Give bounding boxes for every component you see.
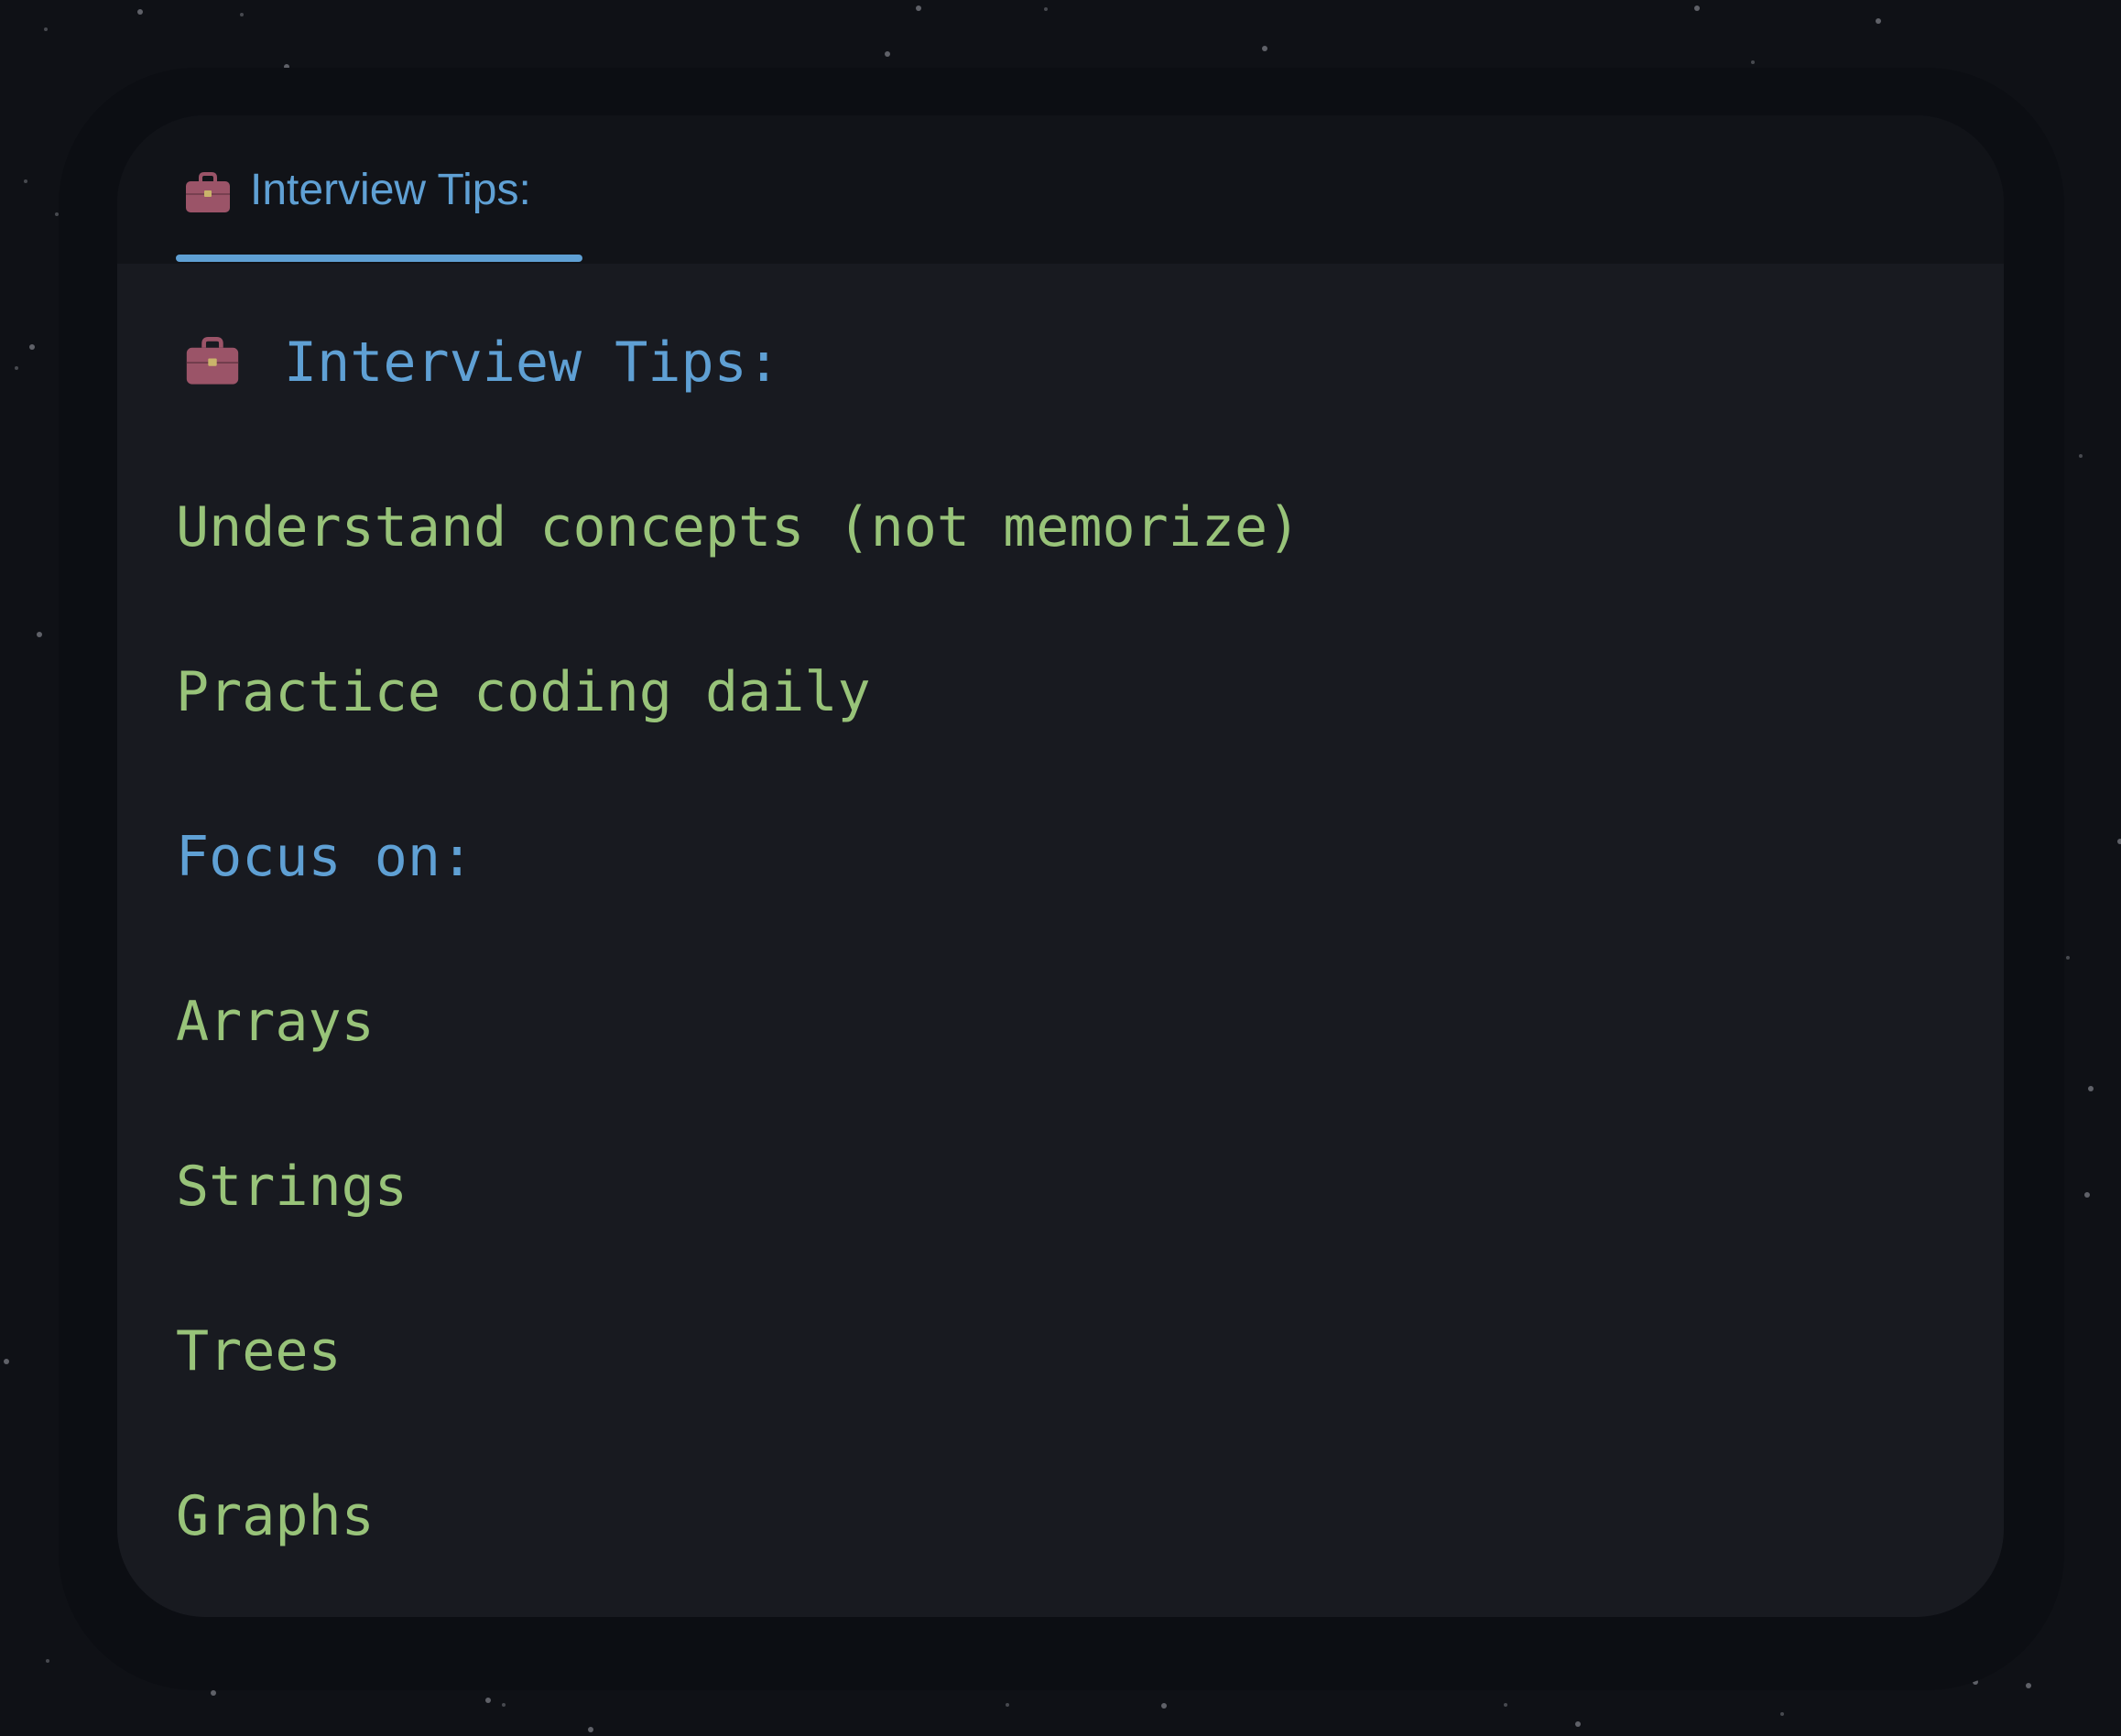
briefcase-icon — [185, 172, 231, 218]
tab-label: Interview Tips: — [250, 166, 531, 214]
focus-item: Trees — [176, 1319, 342, 1383]
focus-item: Graphs — [176, 1484, 375, 1548]
focus-item: Arrays — [176, 990, 375, 1054]
briefcase-icon — [185, 337, 240, 390]
tips-window: Interview Tips: Interview Tips: Understa… — [117, 115, 2004, 1617]
heading-text: Interview Tips: — [284, 331, 780, 395]
tip-line: Practice coding daily — [176, 660, 871, 724]
active-tab-indicator — [176, 255, 582, 262]
focus-item: Strings — [176, 1155, 408, 1219]
tab-bar: Interview Tips: — [117, 115, 2004, 264]
tip-line: Understand concepts (not memorize) — [176, 495, 1301, 559]
focus-heading: Focus on: — [176, 825, 474, 889]
